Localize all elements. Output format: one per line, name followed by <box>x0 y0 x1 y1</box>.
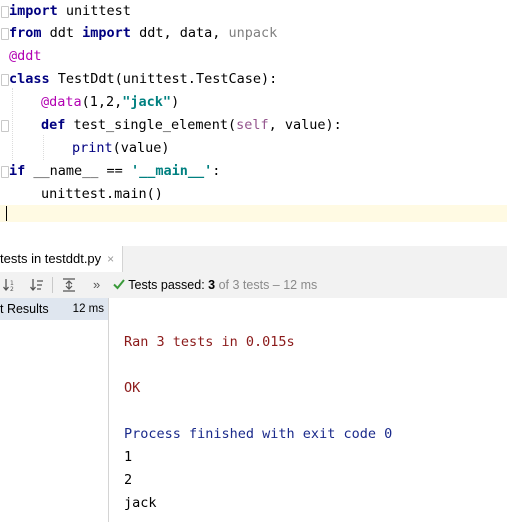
string-literal: '__main__' <box>130 163 213 179</box>
more-icon[interactable]: » <box>93 272 100 298</box>
string-literal: "jack" <box>122 94 172 110</box>
indent-guide <box>12 88 13 160</box>
text-caret <box>6 206 7 221</box>
status-summary: Tests passed: 3 of 3 tests – 12 ms <box>113 272 317 298</box>
console-output-line: jack <box>124 495 157 511</box>
keyword: import <box>82 25 131 41</box>
tree-row-label: t Results <box>0 302 49 316</box>
code-text: unittest <box>57 3 131 19</box>
builtin-function: print <box>72 140 113 156</box>
console-output-line: 1 <box>124 449 133 465</box>
tests-passed-label: Tests passed: <box>128 278 205 292</box>
code-line-6[interactable]: def test_single_element(self, value): <box>41 114 342 136</box>
code-line-4[interactable]: class TestDdt(unittest.TestCase): <box>9 68 277 90</box>
fold-icon[interactable] <box>1 120 9 132</box>
check-icon <box>113 279 125 290</box>
run-tab-label: tests in testddt.py <box>0 251 102 266</box>
code-text: (1,2, <box>81 94 123 110</box>
code-text: , value): <box>268 117 342 133</box>
sort-by-duration-icon[interactable] <box>30 272 44 298</box>
collapse-all-icon[interactable] <box>62 272 76 298</box>
keyword: from <box>9 25 42 41</box>
sort-alphabetically-icon[interactable]: 12 <box>3 272 17 298</box>
console-output[interactable]: Ran 3 tests in 0.015s OK Process finishe… <box>109 298 507 522</box>
console-ran-line: Ran 3 tests in 0.015s <box>124 334 295 350</box>
code-line-8[interactable]: if __name__ == '__main__': <box>9 160 220 182</box>
test-results-tree[interactable]: t Results 12 ms <box>0 298 109 522</box>
run-tab-bar: tests in testddt.py × <box>0 246 507 273</box>
indent-guide <box>43 135 44 160</box>
passed-count: 3 <box>208 278 216 292</box>
code-text: (value) <box>112 140 170 156</box>
unused-import: unpack <box>228 25 278 41</box>
code-text: ddt <box>41 25 83 41</box>
fold-icon[interactable] <box>1 166 9 178</box>
code-text: : <box>212 163 221 179</box>
close-icon[interactable]: × <box>107 252 114 266</box>
code-text: ddt, data, <box>130 25 229 41</box>
code-text: TestDdt(unittest.TestCase): <box>49 71 278 87</box>
fold-icon[interactable] <box>1 6 9 18</box>
code-line-1[interactable]: import unittest <box>9 0 131 22</box>
test-results-root[interactable]: t Results 12 ms <box>0 298 108 320</box>
code-line-3[interactable]: @ddt <box>9 45 42 67</box>
current-line-highlight <box>0 205 507 222</box>
code-text: test_single_element( <box>65 117 237 133</box>
decorator: @ddt <box>9 48 42 64</box>
code-line-9[interactable]: unittest.main() <box>41 183 163 205</box>
code-line-5[interactable]: @data(1,2,"jack") <box>41 91 179 113</box>
fold-icon[interactable] <box>1 28 9 40</box>
code-text: __name__ == <box>25 163 131 179</box>
keyword: def <box>41 117 66 133</box>
test-runner-toolbar: 12 » Tests passed: 3 of 3 tests – 12 ms <box>0 272 507 299</box>
console-process-line: Process finished with exit code 0 <box>124 426 393 442</box>
code-text: unittest.main() <box>41 186 163 202</box>
run-tab[interactable]: tests in testddt.py × <box>0 246 124 272</box>
tests-summary: of 3 tests – 12 ms <box>218 278 318 292</box>
console-output-line: 2 <box>124 472 133 488</box>
tree-row-time: 12 ms <box>72 303 104 315</box>
keyword: if <box>9 163 26 179</box>
code-text: ) <box>171 94 180 110</box>
decorator: @data <box>41 94 82 110</box>
code-line-7[interactable]: print(value) <box>72 137 170 159</box>
console-ok-line: OK <box>124 380 141 396</box>
editor-bottom-area <box>0 222 507 247</box>
code-line-2[interactable]: from ddt import ddt, data, unpack <box>9 22 277 44</box>
self-param: self <box>236 117 269 133</box>
fold-icon[interactable] <box>1 74 9 86</box>
keyword: class <box>9 71 50 87</box>
keyword: import <box>9 3 58 19</box>
code-editor[interactable]: import unittest from ddt import ddt, dat… <box>0 0 507 222</box>
toolbar-divider <box>52 277 53 293</box>
svg-text:2: 2 <box>10 286 14 292</box>
